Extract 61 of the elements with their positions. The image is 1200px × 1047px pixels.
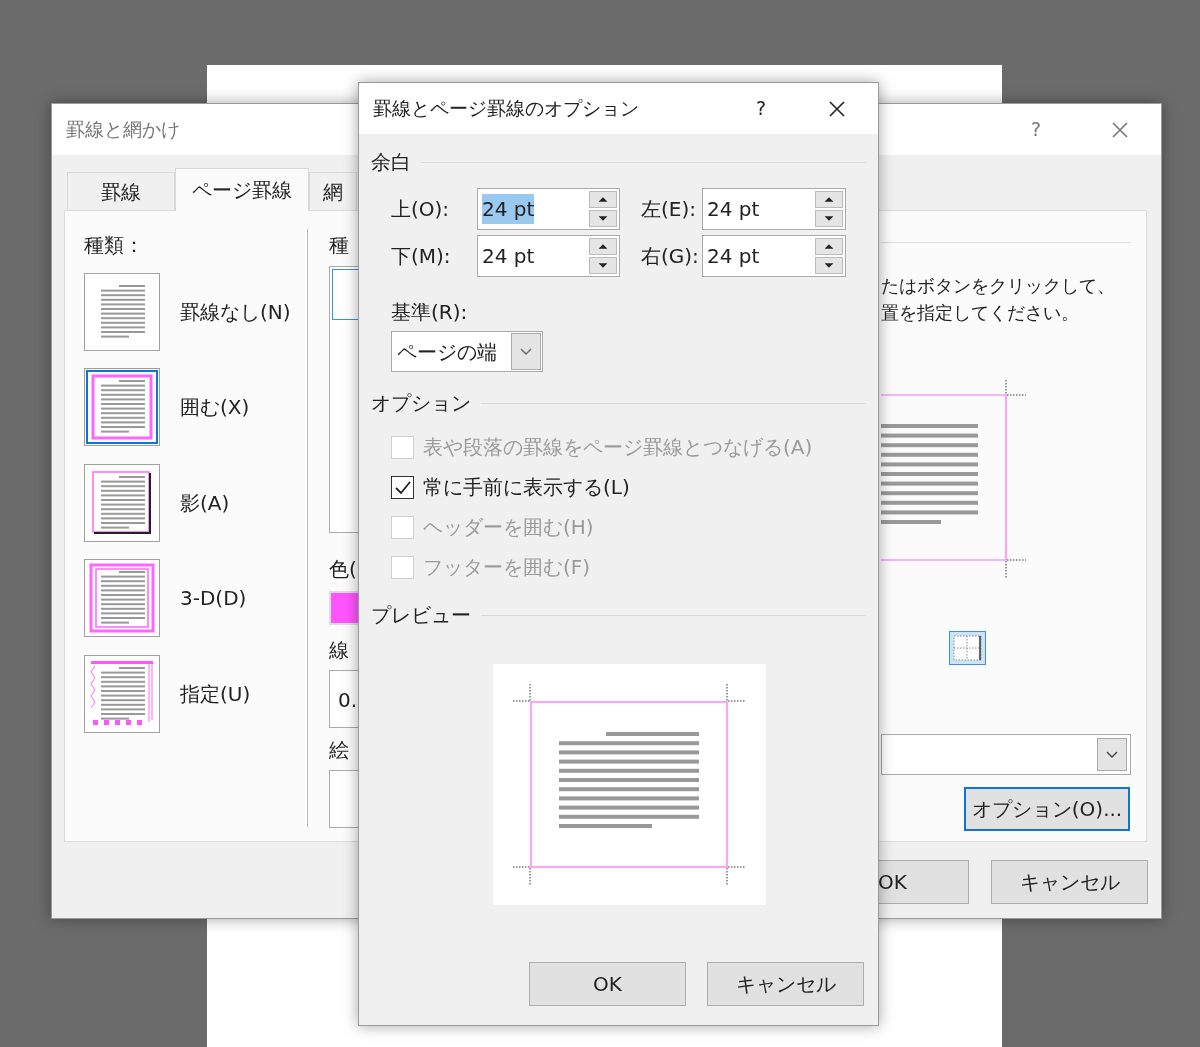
help-button[interactable]: ? xyxy=(1030,115,1041,144)
field-label: 基準(R): xyxy=(391,300,469,324)
spin-field[interactable]: 24 pt xyxy=(477,235,620,277)
art-field[interactable] xyxy=(329,770,360,828)
help-button[interactable]: ? xyxy=(755,94,766,123)
color-picker[interactable] xyxy=(329,591,360,625)
spin-field[interactable]: 24 pt xyxy=(702,235,846,277)
apply-to-dropdown[interactable] xyxy=(881,734,1131,775)
setting-label[interactable]: 指定(U) xyxy=(180,681,251,706)
tab[interactable]: 網 xyxy=(309,172,357,210)
section-heading: プレビュー xyxy=(371,602,471,629)
checkbox[interactable] xyxy=(391,475,414,499)
width-field[interactable]: 0. xyxy=(329,670,360,728)
tab[interactable]: ページ罫線 xyxy=(175,168,309,211)
measure-from-dropdown[interactable]: ページの端 xyxy=(391,331,543,372)
field-label: 右(G): xyxy=(641,244,699,268)
style-list[interactable] xyxy=(329,266,360,533)
tab[interactable]: 罫線 xyxy=(67,172,175,210)
window-title: 罫線と網かけ xyxy=(66,117,180,143)
spin-down-button[interactable] xyxy=(815,257,843,274)
spin-up-button[interactable] xyxy=(589,238,617,255)
field-label: 絵 xyxy=(329,738,350,762)
spin-field[interactable]: 24 pt xyxy=(477,188,620,230)
close-icon[interactable] xyxy=(828,99,846,118)
field-label: 上(O): xyxy=(391,197,450,221)
border-toggle-button[interactable] xyxy=(949,631,986,665)
setting-label[interactable]: 3-D(D) xyxy=(180,586,247,611)
instruction-text: 置を指定してください。 xyxy=(881,301,1080,325)
section-heading: 余白 xyxy=(371,149,411,176)
setting-label[interactable]: 囲む(X) xyxy=(180,395,250,420)
section-heading: オプション xyxy=(371,390,471,417)
spin-down-button[interactable] xyxy=(589,257,617,274)
chevron-down-icon xyxy=(1105,749,1119,760)
spin-down-button[interactable] xyxy=(589,210,617,227)
window-title: 罫線とページ罫線のオプション xyxy=(373,96,639,122)
options-button[interactable]: オプション(O)... xyxy=(964,787,1130,831)
spin-down-button[interactable] xyxy=(815,210,843,227)
setting-label[interactable]: 罫線なし(N) xyxy=(180,299,291,324)
field-label: 種類： xyxy=(84,233,145,257)
cancel-button[interactable]: キャンセル xyxy=(991,860,1148,904)
setting-thumbnail[interactable] xyxy=(84,272,160,351)
ok-button[interactable]: OK xyxy=(878,860,969,904)
field-label: 種 xyxy=(329,233,350,257)
field-label: 色( xyxy=(329,557,358,581)
setting-thumbnail[interactable] xyxy=(84,463,160,542)
chevron-down-icon xyxy=(519,346,533,357)
setting-thumbnail[interactable] xyxy=(84,559,160,638)
setting-thumbnail[interactable] xyxy=(84,368,160,447)
instruction-text: たはボタンをクリックして、 xyxy=(881,274,1116,298)
setting-thumbnail[interactable] xyxy=(84,654,160,733)
spin-up-button[interactable] xyxy=(589,191,617,208)
field-label: 左(E): xyxy=(641,197,696,221)
checkbox-label[interactable]: 常に手前に表示する(L) xyxy=(423,475,630,499)
cancel-button[interactable]: キャンセル xyxy=(707,962,864,1006)
ok-button[interactable]: OK xyxy=(529,962,686,1006)
field-label: 下(M): xyxy=(391,244,451,268)
spin-up-button[interactable] xyxy=(815,191,843,208)
setting-label[interactable]: 影(A) xyxy=(180,490,230,515)
spin-field[interactable]: 24 pt xyxy=(702,188,846,230)
field-label: 線 xyxy=(329,638,350,662)
spin-up-button[interactable] xyxy=(815,238,843,255)
